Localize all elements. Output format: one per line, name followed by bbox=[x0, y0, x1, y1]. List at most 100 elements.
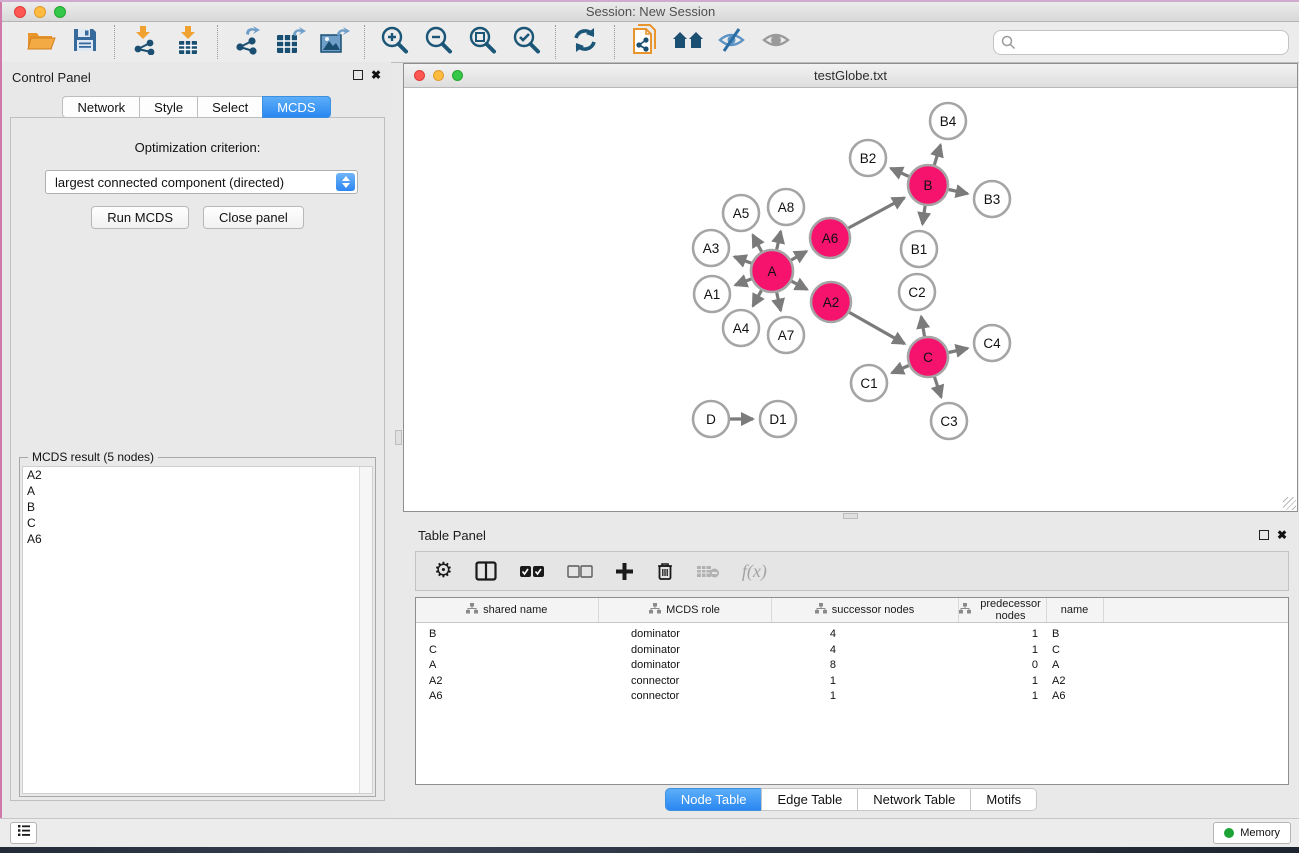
close-panel-icon[interactable]: ✖ bbox=[371, 70, 381, 80]
network-document-button[interactable] bbox=[625, 25, 663, 59]
unselect-all-icon[interactable] bbox=[567, 565, 593, 578]
show-columns-icon[interactable] bbox=[475, 561, 497, 581]
table-cell[interactable]: 1 bbox=[958, 643, 1046, 659]
mcds-result-item[interactable]: A6 bbox=[23, 531, 372, 547]
split-pane-handle-vertical[interactable] bbox=[395, 430, 402, 445]
edge-B-B2[interactable] bbox=[891, 168, 909, 176]
edge-A-A5[interactable] bbox=[753, 235, 762, 252]
node-D[interactable]: D bbox=[693, 401, 729, 437]
table-cell[interactable]: B bbox=[416, 623, 598, 643]
table-row[interactable]: A6connector11A6 bbox=[416, 689, 1288, 705]
node-table[interactable]: shared nameMCDS rolesuccessor nodesprede… bbox=[416, 598, 1288, 705]
table-row[interactable]: Bdominator41B bbox=[416, 623, 1288, 643]
float-table-panel-icon[interactable] bbox=[1259, 530, 1269, 540]
table-row[interactable]: A2connector11A2 bbox=[416, 674, 1288, 690]
table-cell[interactable]: connector bbox=[598, 674, 771, 690]
tab-network-table[interactable]: Network Table bbox=[857, 788, 970, 811]
table-cell[interactable]: 1 bbox=[958, 623, 1046, 643]
table-cell[interactable]: 1 bbox=[958, 689, 1046, 705]
node-C4[interactable]: C4 bbox=[974, 325, 1010, 361]
edge-C-C3[interactable] bbox=[935, 377, 942, 397]
node-A2[interactable]: A2 bbox=[811, 282, 851, 322]
table-cell[interactable]: C bbox=[416, 643, 598, 659]
table-cell[interactable]: B bbox=[1046, 623, 1103, 643]
tab-mcds[interactable]: MCDS bbox=[262, 96, 330, 118]
edge-C-C4[interactable] bbox=[949, 348, 968, 352]
table-cell[interactable]: 4 bbox=[771, 623, 958, 643]
node-A6[interactable]: A6 bbox=[810, 218, 850, 258]
table-cell[interactable]: C bbox=[1046, 643, 1103, 659]
export-image-button[interactable] bbox=[316, 25, 354, 59]
open-file-button[interactable] bbox=[22, 25, 60, 59]
edge-A-A3[interactable] bbox=[734, 257, 751, 263]
table-cell[interactable]: 8 bbox=[771, 658, 958, 674]
node-A5[interactable]: A5 bbox=[723, 195, 759, 231]
node-C2[interactable]: C2 bbox=[899, 274, 935, 310]
show-panels-button[interactable] bbox=[10, 822, 37, 844]
mcds-result-item[interactable]: B bbox=[23, 499, 372, 515]
column-header[interactable]: predecessor nodes bbox=[958, 598, 1046, 623]
column-header[interactable]: shared name bbox=[416, 598, 598, 623]
tab-motifs[interactable]: Motifs bbox=[970, 788, 1037, 811]
node-B1[interactable]: B1 bbox=[901, 231, 937, 267]
tab-network[interactable]: Network bbox=[62, 96, 139, 118]
float-panel-icon[interactable] bbox=[353, 70, 363, 80]
node-D1[interactable]: D1 bbox=[760, 401, 796, 437]
table-options-gear-icon[interactable]: ⚙ bbox=[434, 561, 453, 581]
mcds-result-list[interactable]: A2ABCA6 bbox=[22, 466, 373, 794]
table-cell[interactable]: A bbox=[1046, 658, 1103, 674]
mcds-result-item[interactable]: A bbox=[23, 483, 372, 499]
table-cell[interactable]: 1 bbox=[958, 674, 1046, 690]
node-A4[interactable]: A4 bbox=[723, 310, 759, 346]
table-cell[interactable]: A2 bbox=[1046, 674, 1103, 690]
table-cell[interactable]: dominator bbox=[598, 643, 771, 659]
table-cell[interactable]: connector bbox=[598, 689, 771, 705]
edge-A-A6[interactable] bbox=[791, 251, 806, 260]
table-row[interactable]: Adominator80A bbox=[416, 658, 1288, 674]
table-cell[interactable]: dominator bbox=[598, 658, 771, 674]
node-A3[interactable]: A3 bbox=[693, 230, 729, 266]
network-canvas[interactable]: AA1A2A3A4A5A6A7A8BB1B2B3B4CC1C2C3C4DD1 bbox=[404, 88, 1297, 511]
table-cell[interactable]: 4 bbox=[771, 643, 958, 659]
function-builder-icon[interactable]: f(x) bbox=[742, 561, 767, 582]
table-cell[interactable]: A6 bbox=[1046, 689, 1103, 705]
node-B[interactable]: B bbox=[908, 165, 948, 205]
save-session-button[interactable] bbox=[66, 25, 104, 59]
zoom-window-icon[interactable] bbox=[54, 6, 66, 18]
node-C1[interactable]: C1 bbox=[851, 365, 887, 401]
run-mcds-button[interactable]: Run MCDS bbox=[91, 206, 189, 229]
table-cell[interactable]: A2 bbox=[416, 674, 598, 690]
network-graph[interactable]: AA1A2A3A4A5A6A7A8BB1B2B3B4CC1C2C3C4DD1 bbox=[404, 88, 1297, 511]
edge-B-B3[interactable] bbox=[949, 190, 968, 194]
zoom-out-button[interactable] bbox=[419, 25, 457, 59]
mcds-result-item[interactable]: C bbox=[23, 515, 372, 531]
delete-columns-icon[interactable] bbox=[656, 561, 674, 581]
import-network-button[interactable] bbox=[125, 25, 163, 59]
window-resize-grip[interactable] bbox=[1283, 497, 1296, 510]
tab-edge-table[interactable]: Edge Table bbox=[761, 788, 857, 811]
node-C3[interactable]: C3 bbox=[931, 403, 967, 439]
zoom-fit-button[interactable] bbox=[463, 25, 501, 59]
edge-A-A4[interactable] bbox=[753, 290, 762, 306]
hide-selected-button[interactable] bbox=[713, 25, 751, 59]
column-header[interactable]: name bbox=[1046, 598, 1103, 623]
edge-A2-C[interactable] bbox=[849, 312, 904, 343]
edge-C-C1[interactable] bbox=[892, 366, 909, 373]
mcds-result-item[interactable]: A2 bbox=[23, 467, 372, 483]
split-pane-handle-horizontal[interactable] bbox=[843, 513, 858, 519]
close-panel-button[interactable]: Close panel bbox=[203, 206, 304, 229]
node-B2[interactable]: B2 bbox=[850, 140, 886, 176]
memory-button[interactable]: Memory bbox=[1213, 822, 1291, 844]
table-cell[interactable]: 0 bbox=[958, 658, 1046, 674]
table-cell[interactable]: 1 bbox=[771, 689, 958, 705]
node-A[interactable]: A bbox=[751, 250, 793, 292]
edge-B-B4[interactable] bbox=[934, 145, 940, 165]
tab-select[interactable]: Select bbox=[197, 96, 262, 118]
show-all-button[interactable] bbox=[757, 25, 795, 59]
refresh-layout-button[interactable] bbox=[566, 25, 604, 59]
edge-A-A1[interactable] bbox=[735, 279, 751, 285]
search-input[interactable] bbox=[993, 30, 1289, 55]
select-all-icon[interactable] bbox=[519, 565, 545, 578]
table-cell[interactable]: 1 bbox=[771, 674, 958, 690]
node-C[interactable]: C bbox=[908, 337, 948, 377]
